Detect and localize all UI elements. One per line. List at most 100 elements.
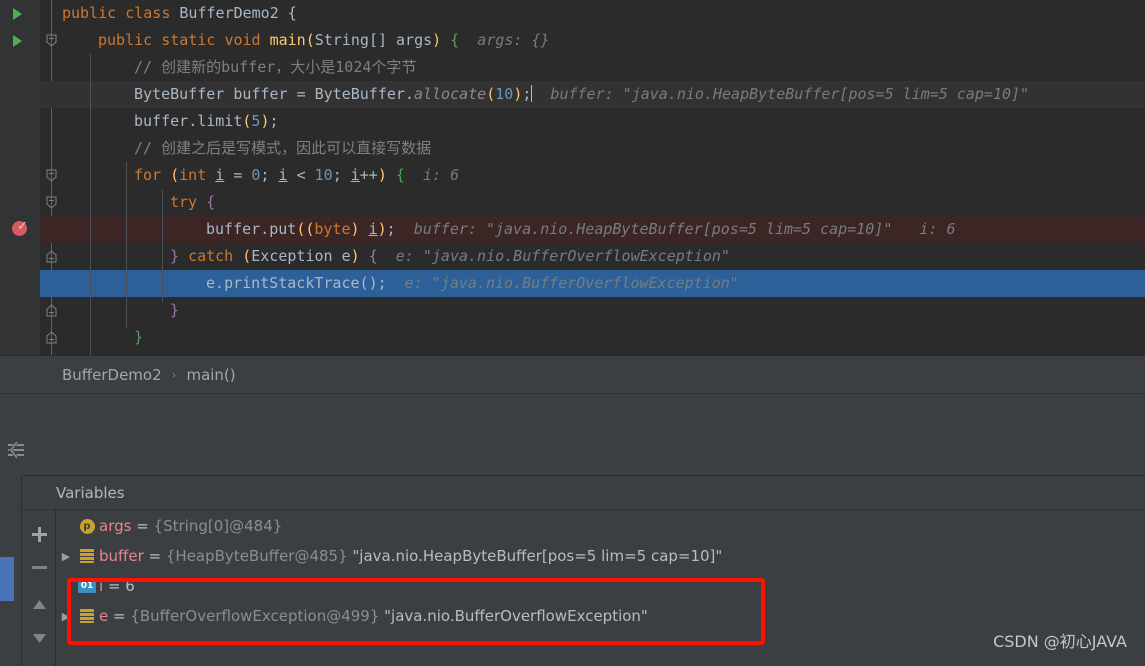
breadcrumb-class[interactable]: BufferDemo2 — [62, 366, 162, 384]
code-token: ) — [350, 247, 360, 265]
frames-tab-indicator[interactable] — [0, 557, 14, 601]
debug-left-rail — [0, 475, 22, 666]
variables-list[interactable]: p args = {String[0]@484} ▶ buffer = {HeapBy… — [57, 511, 1145, 666]
code-token: ) — [377, 166, 387, 184]
code-token: limit — [197, 112, 243, 130]
variables-tab-header[interactable]: Variables — [23, 475, 1145, 510]
code-token: { — [450, 31, 460, 49]
code-line[interactable]: public class BufferDemo2 { — [0, 0, 1145, 27]
variable-reference: {HeapByteBuffer@485} — [165, 547, 348, 565]
remove-watch-button[interactable] — [23, 551, 56, 584]
code-line[interactable]: try { — [0, 189, 1145, 216]
code-token: buffer — [134, 112, 189, 130]
code-token: 10 — [495, 85, 514, 103]
code-token: } — [170, 301, 180, 319]
expand-arrow-icon[interactable]: ▶ — [57, 550, 75, 563]
code-token: ; — [260, 166, 279, 184]
code-line[interactable]: // 创建新的buffer，大小是1024个字节 — [0, 54, 1145, 81]
breadcrumb-method[interactable]: main() — [186, 366, 235, 384]
code-line[interactable]: for (int i = 0; i < 10; i++) { i: 6 — [0, 162, 1145, 189]
variable-row[interactable]: 01 i = 6 — [57, 571, 1145, 601]
code-token: ByteBuffer — [134, 85, 225, 103]
inline-debug-hint: args: {} — [459, 31, 550, 49]
debug-toolbar-strip — [0, 393, 1145, 475]
code-token: ( — [305, 31, 315, 49]
primitive-icon: 01 — [75, 579, 99, 593]
code-token: [] — [368, 31, 397, 49]
code-editor[interactable]: ✓ public class BufferDemo2 {public stati — [0, 0, 1145, 355]
variable-row[interactable]: p args = {String[0]@484} — [57, 511, 1145, 541]
code-token: static — [161, 31, 216, 49]
code-line[interactable]: // 创建之后是写模式，因此可以直接写数据 — [0, 135, 1145, 162]
move-up-button[interactable] — [23, 588, 56, 621]
code-token: put — [269, 220, 297, 238]
code-token: ) — [377, 220, 387, 238]
code-token: ; — [522, 85, 532, 103]
code-token: try — [170, 193, 198, 211]
variable-name: e — [99, 607, 109, 625]
code-line[interactable]: buffer.put((byte) i); buffer: "java.nio.… — [0, 216, 1145, 243]
inline-debug-hint: i: 6 — [404, 166, 460, 184]
code-token: } — [170, 247, 180, 265]
code-token: ) — [350, 220, 369, 238]
variable-name: buffer — [99, 547, 144, 565]
code-token: } — [134, 328, 144, 346]
code-token: = — [224, 166, 252, 184]
code-token: 10 — [314, 166, 333, 184]
code-token: // 创建新的buffer，大小是1024个字节 — [134, 58, 417, 76]
code-line[interactable]: public static void main(String[] args) {… — [0, 27, 1145, 54]
inline-debug-hint: e: "java.nio.BufferOverflowException" — [377, 247, 730, 265]
inline-debug-hint: e: "java.nio.BufferOverflowException" — [386, 274, 739, 292]
variable-value: "java.nio.BufferOverflowException" — [379, 607, 648, 625]
variables-toolbar[interactable] — [23, 510, 56, 666]
variable-row[interactable]: ▶ buffer = {HeapByteBuffer@485} "java.nio… — [57, 541, 1145, 571]
variable-equals: = — [143, 547, 166, 565]
code-line[interactable]: ByteBuffer buffer = ByteBuffer.allocate(… — [0, 81, 1145, 108]
code-line[interactable]: } catch (Exception e) { e: "java.nio.Buf… — [0, 243, 1145, 270]
code-line[interactable]: } — [0, 297, 1145, 324]
code-token: i — [368, 220, 378, 238]
variable-equals: = — [103, 577, 126, 595]
code-token: ++ — [359, 166, 378, 184]
variable-value: "java.nio.HeapByteBuffer[pos=5 lim=5 cap… — [347, 547, 723, 565]
object-icon — [75, 549, 99, 563]
code-token: public — [98, 31, 153, 49]
code-token: { — [368, 247, 378, 265]
code-token: class — [125, 4, 171, 22]
variable-equals: = — [131, 517, 154, 535]
code-line[interactable]: buffer.limit(5); — [0, 108, 1145, 135]
inline-debug-hint: buffer: "java.nio.HeapByteBuffer[pos=5 l… — [532, 85, 1030, 103]
variable-row[interactable]: ▶ e = {BufferOverflowException@499} "java… — [57, 601, 1145, 631]
variable-value: 6 — [125, 577, 135, 595]
chevron-right-icon: › — [171, 367, 177, 382]
code-token: ( — [242, 247, 252, 265]
breadcrumb[interactable]: BufferDemo2 › main() — [0, 355, 1145, 393]
code-token: ( — [486, 85, 496, 103]
code-lines[interactable]: public class BufferDemo2 {public static … — [0, 0, 1145, 355]
code-token: i — [350, 166, 360, 184]
code-token: String — [314, 31, 369, 49]
expand-arrow-icon[interactable]: ▶ — [57, 610, 75, 623]
ide-debug-screenshot: ✓ public class BufferDemo2 {public stati — [0, 0, 1145, 666]
add-watch-button[interactable] — [23, 518, 56, 551]
code-token: ( — [359, 274, 369, 292]
code-token: ; — [269, 112, 279, 130]
code-token: // 创建之后是写模式，因此可以直接写数据 — [134, 139, 432, 157]
object-icon — [75, 609, 99, 623]
settings-lines-icon[interactable] — [8, 441, 30, 459]
variable-reference: {String[0]@484} — [153, 517, 283, 535]
code-line[interactable]: e.printStackTrace(); e: "java.nio.Buffer… — [0, 270, 1145, 297]
move-down-button[interactable] — [23, 622, 56, 655]
code-line[interactable]: } — [0, 324, 1145, 351]
code-token: i — [278, 166, 288, 184]
watermark: CSDN @初心JAVA — [993, 632, 1127, 651]
code-token: main — [269, 31, 306, 49]
